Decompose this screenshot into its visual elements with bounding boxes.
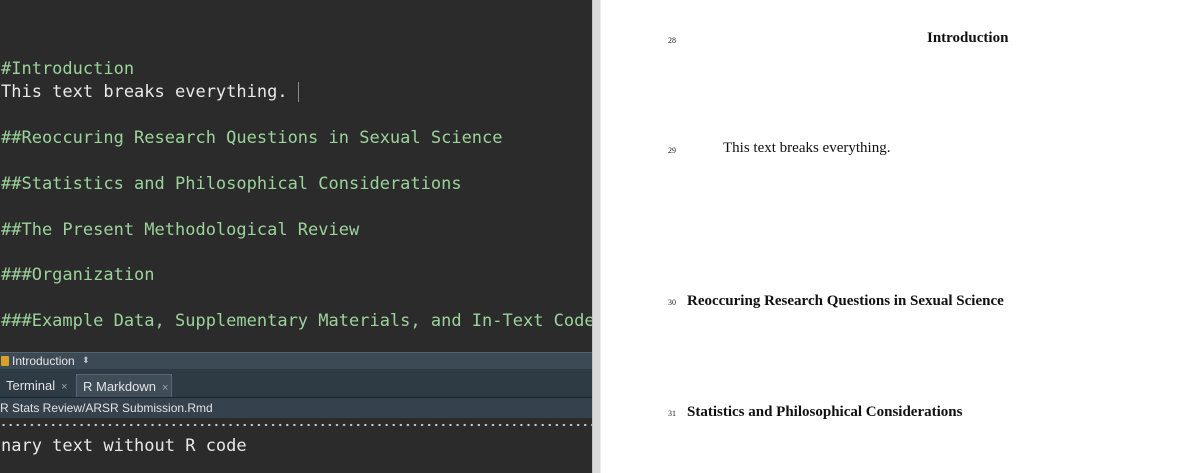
file-path-bar: R Stats Review/ARSR Submission.Rmd	[0, 398, 592, 418]
code-line-heading-organization[interactable]: ###Organization	[1, 264, 155, 286]
preview-heading-statistics: Statistics and Philosophical Considerati…	[687, 404, 963, 420]
code-line-text-content: This text breaks everything.	[1, 82, 288, 102]
code-line-heading-present-review[interactable]: ##The Present Methodological Review	[1, 219, 359, 241]
code-line-text[interactable]: This text breaks everything.	[1, 81, 299, 103]
file-path[interactable]: R Stats Review/ARSR Submission.Rmd	[0, 398, 213, 418]
preview-heading-reoccuring: Reoccuring Research Questions in Sexual …	[687, 293, 1004, 309]
code-line-heading-statistics[interactable]: ##Statistics and Philosophical Considera…	[1, 173, 462, 195]
tab-terminal[interactable]: Terminal ×	[0, 374, 74, 397]
progress-dots	[0, 420, 592, 430]
tab-rmarkdown-label: R Markdown	[83, 379, 156, 394]
console-output-line: nary text without R code	[1, 436, 247, 456]
line-number: 28	[668, 36, 676, 45]
source-editor[interactable]: #Introduction This text breaks everythin…	[0, 0, 592, 352]
code-line-heading-introduction[interactable]: #Introduction	[1, 58, 134, 80]
console-tab-bar: Terminal × R Markdown ×	[0, 369, 592, 398]
render-output-console[interactable]: nary text without R code	[0, 418, 592, 473]
line-number: 30	[668, 298, 676, 307]
tab-rmarkdown[interactable]: R Markdown ×	[76, 374, 172, 397]
code-line-heading-example-data[interactable]: ###Example Data, Supplementary Materials…	[1, 310, 592, 332]
close-icon[interactable]: ×	[162, 382, 168, 394]
close-icon[interactable]: ×	[61, 381, 67, 393]
tab-terminal-label: Terminal	[6, 378, 56, 393]
chevron-updown-icon[interactable]: ⬍	[82, 353, 90, 369]
preview-paragraph: This text breaks everything.	[723, 140, 891, 156]
line-number: 31	[668, 409, 676, 418]
document-outline-bar[interactable]: Introduction ⬍	[0, 352, 592, 369]
outline-section-label[interactable]: Introduction	[12, 353, 75, 369]
line-number: 29	[668, 146, 676, 155]
rmarkdown-file-icon	[1, 356, 9, 366]
pane-splitter[interactable]	[592, 0, 601, 473]
text-cursor	[297, 82, 299, 102]
code-line-heading-reoccuring[interactable]: ##Reoccuring Research Questions in Sexua…	[1, 127, 503, 149]
document-preview: 28 Introduction 29 This text breaks ever…	[601, 0, 1200, 473]
preview-heading-introduction: Introduction	[927, 30, 1009, 46]
